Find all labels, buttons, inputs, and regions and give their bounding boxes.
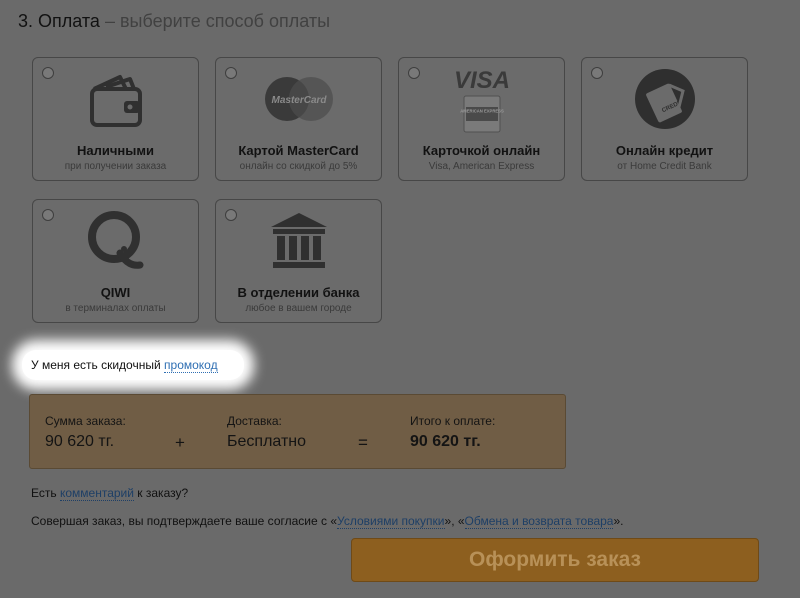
payment-option-cash[interactable]: Наличными при получении заказа [32,57,199,181]
payment-option-card-online[interactable]: VISA AMERICAN EXPRESS Карточкой онлайн V… [398,57,565,181]
delivery-value: Бесплатно [227,433,307,450]
equals-sign: = [358,433,368,452]
agreement-after: ». [613,514,624,528]
promo-code-link[interactable]: промокод [164,358,218,373]
payment-title: Наличными [77,143,154,158]
payment-title: В отделении банка [237,285,360,300]
plus-sign: + [175,433,185,452]
promo-line: У меня есть скидочный промокод [31,358,218,373]
comment-before: Есть [31,486,57,500]
payment-desc: от Home Credit Bank [617,161,712,172]
mastercard-icon: MasterCard [216,62,381,136]
total-label: Итого к оплате: [410,414,496,428]
comment-after: к заказу? [137,486,189,500]
payment-title: Онлайн кредит [615,143,714,158]
agreement-line: Совершая заказ, вы подтверждаете ваше со… [31,514,624,529]
payment-title: Карточкой онлайн [422,143,541,158]
bank-building-icon [216,204,381,278]
purchase-terms-link[interactable]: Условиями покупки [337,514,445,529]
payment-title: Картой MasterCard [238,143,359,158]
payment-desc: любое в вашем городе [245,303,352,314]
order-summary: Сумма заказа: 90 620 тг. + Доставка: Бес… [29,394,566,469]
credit-card-icon: CREDIT [582,62,747,136]
return-policy-link[interactable]: Обмена и возврата товара [464,514,614,529]
payment-desc: Visa, American Express [428,161,535,172]
visa-logo-text: VISA [453,67,509,94]
amex-logo-text: AMERICAN EXPRESS [460,109,504,114]
order-sum-label: Сумма заказа: [45,414,126,428]
payment-desc: в терминалах оплаты [65,303,166,314]
agreement-before: Совершая заказ, вы подтверждаете ваше со… [31,514,337,528]
order-sum-value: 90 620 тг. [45,433,115,450]
place-order-button[interactable]: Оформить заказ [351,538,759,582]
wallet-icon [33,62,198,136]
delivery-label: Доставка: [227,414,282,428]
comment-line: Есть комментарий к заказу? [31,486,189,501]
visa-amex-icon: VISA AMERICAN EXPRESS [399,62,564,136]
payment-option-credit[interactable]: CREDIT Онлайн кредит от Home Credit Bank [581,57,748,181]
section-heading: 3. Оплата – выберите способ оплаты [18,9,330,33]
payment-desc: онлайн со скидкой до 5% [239,161,358,172]
payment-option-qiwi[interactable]: QIWI в терминалах оплаты [32,199,199,323]
payment-title: QIWI [100,285,131,300]
payment-option-mastercard[interactable]: MasterCard Картой MasterCard онлайн со с… [215,57,382,181]
mastercard-logo-text: MasterCard [271,95,327,106]
agreement-middle: », « [444,514,465,528]
section-number: 3. Оплата [18,11,100,31]
promo-text: У меня есть скидочный [31,358,161,372]
qiwi-icon [33,204,198,278]
total-value: 90 620 тг. [410,433,481,450]
payment-option-bank[interactable]: В отделении банка любое в вашем городе [215,199,382,323]
section-subtitle: – выберите способ оплаты [104,11,331,31]
comment-link[interactable]: комментарий [59,486,134,501]
payment-desc: при получении заказа [64,161,167,172]
